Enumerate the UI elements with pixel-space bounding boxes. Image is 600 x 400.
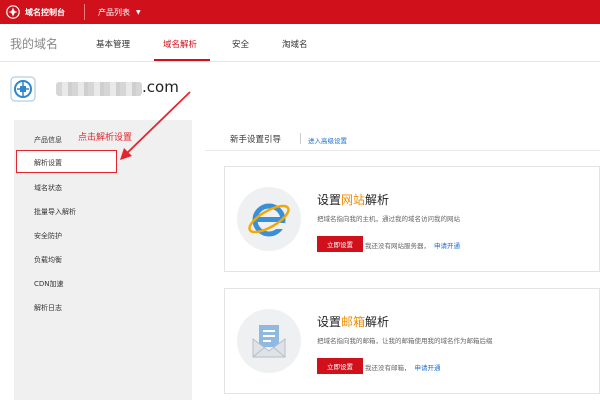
products-menu[interactable]: 产品列表 ▼	[98, 5, 141, 19]
advanced-settings-link[interactable]: 进入高级设置	[308, 135, 347, 145]
chevron-down-icon: ▼	[136, 8, 141, 16]
guide-divider	[300, 133, 301, 144]
sidebar-item-product-info[interactable]: 产品信息	[34, 135, 62, 145]
products-menu-label: 产品列表	[98, 7, 130, 17]
content-divider	[205, 150, 600, 151]
email-card-description: 把域名指向我的邮箱，让我的邮箱使用我的域名作为邮箱后缀	[317, 337, 493, 345]
page-title: 我的域名	[10, 37, 59, 51]
brand-title: 域名控制台	[25, 7, 65, 17]
sidebar-item-batch-import[interactable]: 批量导入解析	[34, 207, 76, 217]
sidebar-item-resolution-log[interactable]: 解析日志	[34, 303, 62, 313]
sidebar-item-security-protection[interactable]: 安全防护	[34, 231, 62, 241]
apply-server-link[interactable]: 申请开通	[434, 242, 460, 250]
setup-website-button[interactable]: 立即设置	[317, 236, 363, 252]
tab-dns-resolution[interactable]: 域名解析	[163, 38, 197, 50]
ie-browser-icon	[237, 187, 301, 251]
website-card-description: 把域名指向我的主机，通过我的域名访问我的网站	[317, 215, 460, 223]
website-card-note: 我还没有网站服务器， 申请开通	[365, 242, 460, 250]
active-tab-indicator	[154, 59, 210, 61]
email-card-note: 我还没有邮箱， 申请开通	[365, 364, 441, 372]
mail-envelope-icon	[237, 309, 301, 373]
email-resolution-card: 设置邮箱解析 把域名指向我的邮箱，让我的邮箱使用我的域名作为邮箱后缀 立即设置 …	[224, 288, 600, 394]
apply-mailbox-link[interactable]: 申请开通	[415, 364, 441, 372]
annotation-text: 点击解析设置	[78, 133, 133, 143]
website-card-title: 设置网站解析	[317, 193, 390, 207]
email-card-title: 设置邮箱解析	[317, 315, 390, 329]
sidebar-item-highlight-box	[16, 150, 117, 173]
topbar-divider	[84, 4, 85, 20]
setup-email-button[interactable]: 立即设置	[317, 358, 363, 374]
tab-security[interactable]: 安全	[232, 38, 249, 50]
domain-icon	[10, 76, 36, 102]
sidebar-item-resolution-settings[interactable]: 解析设置	[34, 158, 62, 168]
tab-domain-market[interactable]: 淘域名	[282, 38, 308, 50]
sidebar-item-domain-status[interactable]: 域名状态	[34, 183, 62, 193]
sidebar-item-cdn[interactable]: CDN加速	[34, 279, 64, 289]
brand[interactable]: 域名控制台	[6, 4, 65, 20]
sub-nav: 我的域名 基本管理 域名解析 安全 淘域名	[0, 24, 600, 62]
website-resolution-card: 设置网站解析 把域名指向我的主机，通过我的域名访问我的网站 立即设置 我还没有网…	[224, 166, 600, 272]
logo-icon	[6, 5, 20, 19]
guide-title: 新手设置引导	[230, 135, 282, 145]
blurred-domain-name	[56, 82, 142, 96]
sidebar-item-load-balancing[interactable]: 负载均衡	[34, 255, 62, 265]
domain-suffix: .com	[142, 78, 179, 96]
tab-basic-management[interactable]: 基本管理	[96, 38, 130, 50]
top-bar: 域名控制台 产品列表 ▼	[0, 0, 600, 24]
